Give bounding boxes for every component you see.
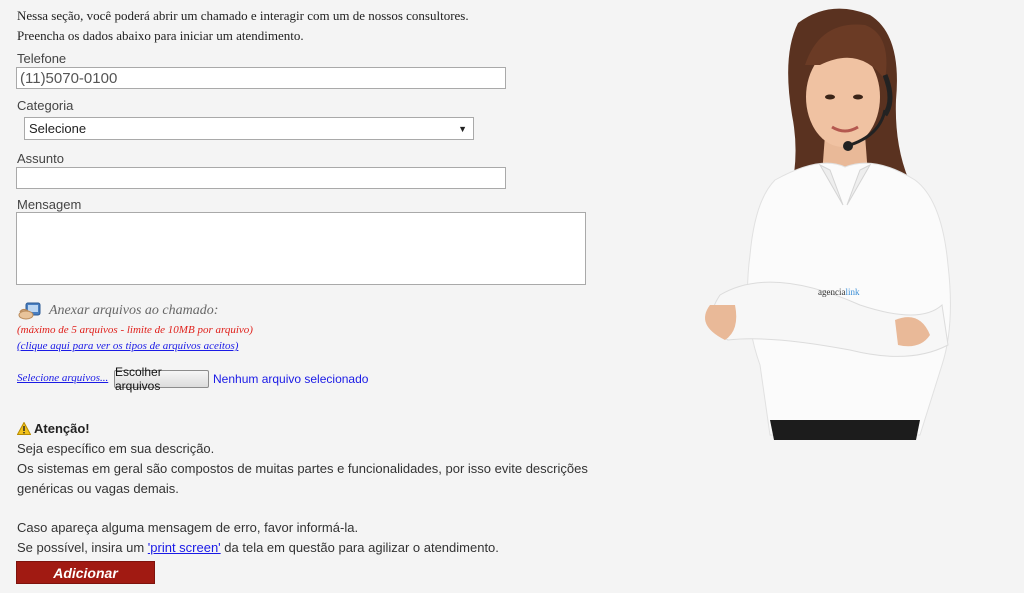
warning-icon xyxy=(16,421,32,435)
mensagem-label: Mensagem xyxy=(17,197,82,212)
assunto-label: Assunto xyxy=(17,151,64,166)
attention-line-5: Se possível, insira um 'print screen' da… xyxy=(17,538,499,558)
attention-line-5-pre: Se possível, insira um xyxy=(17,540,148,555)
mensagem-textarea[interactable] xyxy=(16,212,586,285)
categoria-label: Categoria xyxy=(17,98,74,113)
chevron-down-icon: ▼ xyxy=(458,123,467,134)
assunto-field[interactable] xyxy=(16,167,506,189)
telefone-field[interactable] xyxy=(16,67,506,89)
attention-line-5-post: da tela em questão para agilizar o atend… xyxy=(220,540,499,555)
attach-files-icon xyxy=(17,300,45,322)
categoria-selected-value: Selecione xyxy=(29,121,87,136)
attention-line-2: Os sistemas em geral são compostos de mu… xyxy=(17,461,588,476)
shirt-badge-text: agencialink xyxy=(818,287,860,297)
attention-line-4: Caso apareça alguma mensagem de erro, fa… xyxy=(17,520,359,535)
telefone-input[interactable] xyxy=(17,68,505,88)
telefone-label: Telefone xyxy=(17,51,67,66)
attention-line-1: Seja específico em sua descrição. xyxy=(17,441,215,456)
categoria-select[interactable]: Selecione ▼ xyxy=(24,117,474,140)
intro-line-1: Nessa seção, você poderá abrir um chamad… xyxy=(17,8,469,23)
attention-line-3: genéricas ou vagas demais. xyxy=(17,481,179,496)
choose-files-button[interactable]: Escolher arquivos xyxy=(114,365,209,393)
no-file-selected-text: Nenhum arquivo selecionado xyxy=(213,372,369,386)
select-files-link[interactable]: Selecione arquivos... xyxy=(17,372,108,384)
attach-title: Anexar arquivos ao chamado: xyxy=(49,303,219,318)
assunto-input[interactable] xyxy=(17,168,505,188)
attach-limit-note: (máximo de 5 arquivos - limite de 10MB p… xyxy=(17,324,253,336)
print-screen-link[interactable]: 'print screen' xyxy=(148,540,221,555)
support-agent-photo: agencialink xyxy=(680,5,960,440)
file-types-link[interactable]: (clique aqui para ver os tipos de arquiv… xyxy=(17,340,238,352)
intro-line-2: Preencha os dados abaixo para iniciar um… xyxy=(17,28,304,43)
attention-title: Atenção! xyxy=(34,421,90,436)
adicionar-button[interactable]: Adicionar xyxy=(16,561,155,584)
